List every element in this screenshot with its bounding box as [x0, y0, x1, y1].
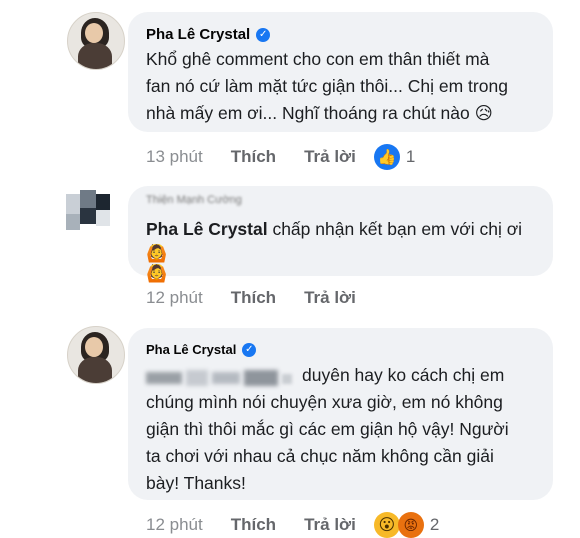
like-icon: 👍 — [373, 144, 400, 170]
reaction-summary[interactable]: 😮 😡 2 — [373, 512, 440, 538]
wow-icon: 😮 — [373, 512, 400, 538]
author-avatar[interactable] — [67, 12, 125, 70]
verified-badge-icon: ✓ — [242, 342, 257, 357]
timestamp[interactable]: 12 phút — [146, 288, 203, 308]
reply-button[interactable]: Trả lời — [304, 147, 356, 167]
comment-text: Pha Lê Crystal chấp nhận kết bạn em với … — [146, 219, 523, 239]
reaction-summary[interactable]: 👍 1 — [373, 144, 416, 170]
like-button[interactable]: Thích — [231, 288, 276, 308]
reply-button[interactable]: Trả lời — [304, 515, 356, 535]
reaction-count: 2 — [429, 515, 440, 534]
comment-actions: 12 phút Thích Trả lời 😮 😡 2 — [146, 512, 439, 538]
sad-face-icon: 😥 — [474, 103, 493, 123]
author-name[interactable]: Pha Lê Crystal — [146, 26, 250, 43]
comment-actions: 13 phút Thích Trả lời 👍 1 — [146, 144, 415, 170]
author-avatar[interactable] — [62, 186, 118, 242]
angry-icon: 😡 — [397, 512, 424, 538]
comment-text: Khổ ghê comment cho con em thân thiết mà… — [146, 49, 508, 123]
like-button[interactable]: Thích — [231, 515, 276, 535]
surrender-emoji-icon: 🙆🙆 — [146, 244, 168, 283]
like-button[interactable]: Thích — [231, 147, 276, 167]
timestamp[interactable]: 12 phút — [146, 515, 203, 535]
author-avatar[interactable] — [67, 326, 125, 384]
mention-link[interactable]: Pha Lê Crystal — [146, 219, 268, 239]
obscured-author-name[interactable]: Thiện Mạnh Cường — [146, 194, 242, 206]
reply-button[interactable]: Trả lời — [304, 288, 356, 308]
author-row: Pha Lê Crystal ✓ — [146, 26, 271, 43]
comment-text: duyên hay ko cách chị em chúng mình nói … — [146, 365, 509, 493]
author-name[interactable]: Pha Lê Crystal — [146, 342, 236, 357]
timestamp[interactable]: 13 phút — [146, 147, 203, 167]
author-row: Pha Lê Crystal ✓ — [146, 342, 257, 357]
comment-actions: 12 phút Thích Trả lời — [146, 288, 356, 308]
reaction-count: 1 — [405, 147, 416, 166]
verified-badge-icon: ✓ — [256, 27, 271, 42]
